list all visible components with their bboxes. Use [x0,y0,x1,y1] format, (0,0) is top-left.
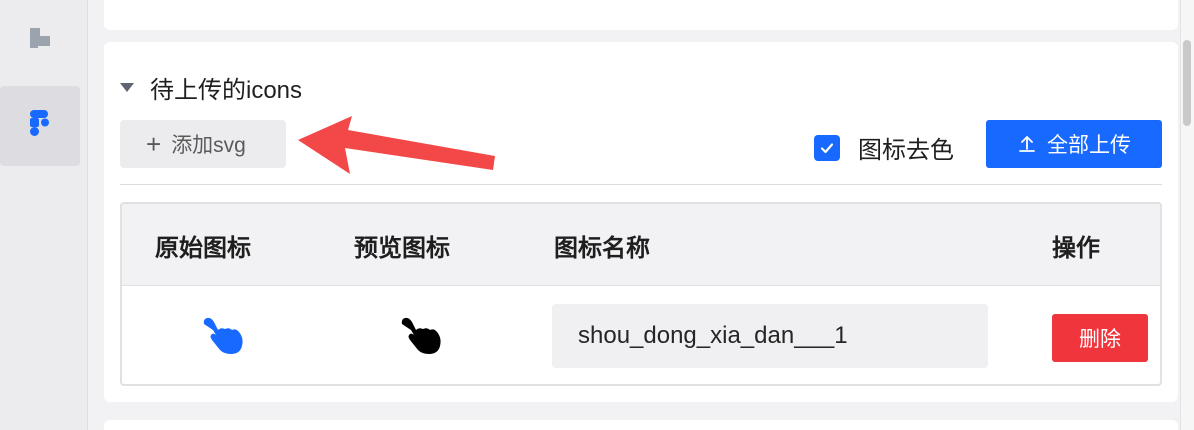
upload-all-button[interactable]: 全部上传 [986,120,1162,168]
section-title: 待上传的icons [150,77,303,104]
puzzle-icon [27,25,53,56]
scrollbar[interactable] [1180,0,1194,430]
section-header[interactable]: 待上传的icons [120,70,302,105]
decolor-option[interactable]: 图标去色 [814,130,954,165]
delete-button[interactable]: 删除 [1052,314,1148,362]
decolor-checkbox[interactable] [814,134,840,161]
caret-down-icon[interactable] [120,83,134,92]
original-icon-cell [202,286,246,384]
col-original-icon: 原始图标 [155,234,251,262]
decolor-label: 图标去色 [858,137,954,164]
left-rail [0,0,88,430]
icon-name-input[interactable] [552,304,988,368]
preview-icon-cell [400,286,444,384]
upload-all-label: 全部上传 [1047,134,1131,157]
table-row: 删除 [122,286,1160,384]
top-card [104,0,1178,30]
col-icon-name: 图标名称 [554,234,650,262]
plus-icon: + [146,129,162,159]
main-area: 待上传的icons + 添加svg 图标去色 全部上传 原始图标 预览图标 图标… [88,0,1194,430]
hand-pointer-icon [401,317,441,354]
scrollbar-thumb[interactable] [1183,40,1191,126]
figma-icon [28,109,52,144]
bottom-card [104,420,1178,430]
col-preview-icon: 预览图标 [354,234,450,262]
hand-pointer-icon [203,317,243,354]
upload-card: 待上传的icons + 添加svg 图标去色 全部上传 原始图标 预览图标 图标… [104,42,1178,402]
check-icon [820,142,834,153]
table-header: 原始图标 预览图标 图标名称 操作 [122,204,1160,286]
rail-item-plugin[interactable] [0,0,80,80]
divider [120,184,1162,185]
col-actions: 操作 [1052,234,1100,262]
add-svg-label: 添加svg [171,134,246,157]
upload-icon [1019,136,1035,152]
icons-table: 原始图标 预览图标 图标名称 操作 删除 [120,202,1162,386]
annotation-arrow [298,116,495,174]
add-svg-button[interactable]: + 添加svg [120,120,286,168]
rail-item-figma[interactable] [0,86,80,166]
